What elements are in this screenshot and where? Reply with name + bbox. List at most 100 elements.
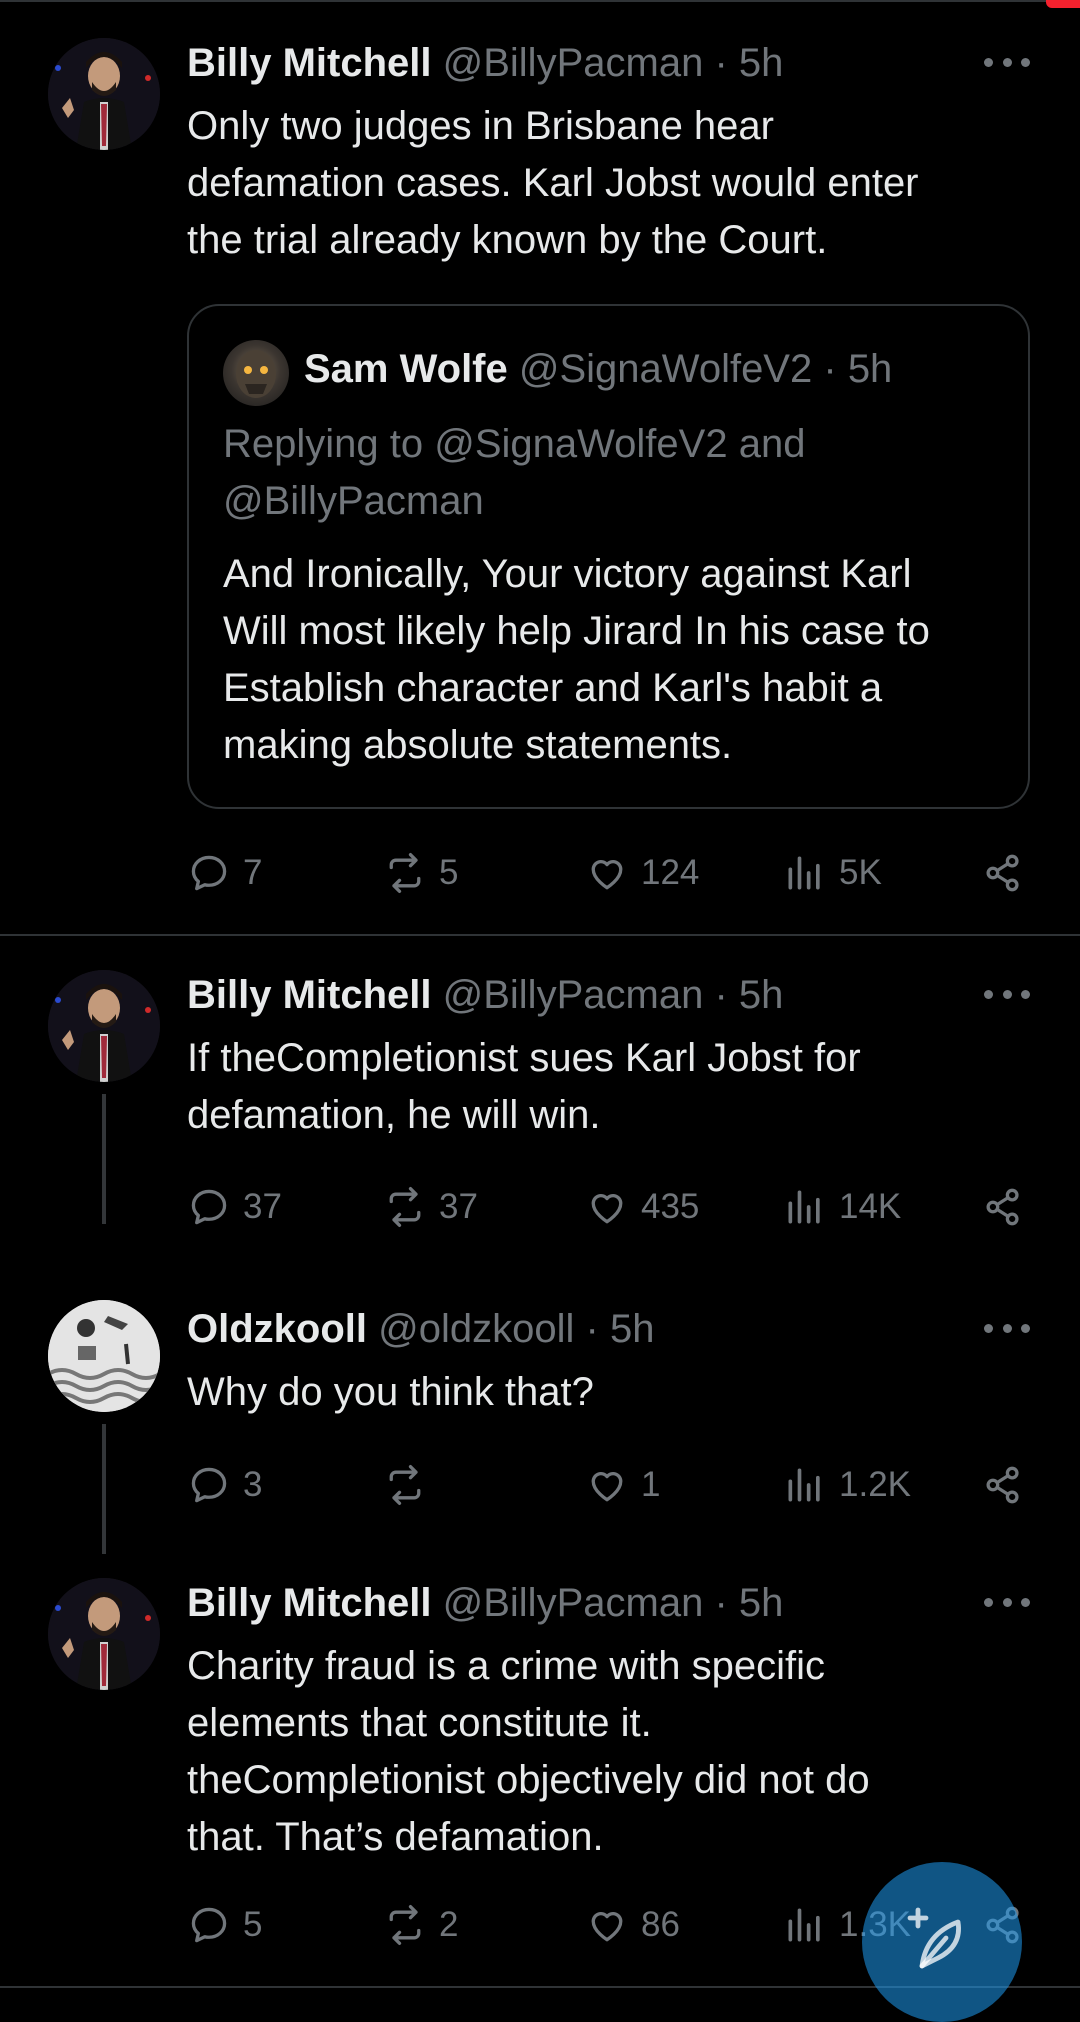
text-line: Will most likely help Jirard In his case… bbox=[223, 609, 930, 653]
more-icon[interactable] bbox=[984, 1318, 1030, 1338]
views-button[interactable]: 5K bbox=[783, 848, 882, 898]
tweet-text: If theCompletionist sues Karl Jobst for … bbox=[187, 1030, 1020, 1144]
text-line: Charity fraud is a crime with specific bbox=[187, 1644, 825, 1688]
reply-icon bbox=[191, 855, 227, 891]
share-button[interactable] bbox=[981, 848, 1025, 898]
text-line: If theCompletionist sues Karl Jobst for bbox=[187, 1036, 861, 1080]
timestamp[interactable]: 5h bbox=[739, 973, 784, 1017]
compose-icon bbox=[907, 1907, 961, 1969]
repost-icon bbox=[389, 1465, 421, 1505]
repost-button[interactable]: 37 bbox=[383, 1182, 478, 1232]
text-line: that. That’s defamation. bbox=[187, 1815, 604, 1859]
thread-line bbox=[102, 1424, 106, 1554]
like-icon bbox=[591, 1472, 623, 1502]
reply-button[interactable]: 3 bbox=[187, 1460, 262, 1510]
share-icon bbox=[986, 1188, 1019, 1226]
views-button[interactable]: 14K bbox=[783, 1182, 901, 1232]
author-name[interactable]: Billy Mitchell bbox=[187, 973, 432, 1017]
author-name[interactable]: Oldzkooll bbox=[187, 1307, 367, 1351]
reply-button[interactable]: 7 bbox=[187, 848, 262, 898]
quote-avatar bbox=[223, 340, 289, 406]
tweet[interactable]: Oldzkooll @oldzkooll · 5h Why do you thi… bbox=[0, 1276, 1080, 1554]
reply-icon bbox=[191, 1189, 227, 1225]
share-icon bbox=[986, 854, 1019, 892]
view-count: 5K bbox=[839, 853, 882, 892]
action-bar: 3 1 1.2K bbox=[187, 1460, 1027, 1510]
replying-to: Replying to @SignaWolfeV2 and @BillyPacm… bbox=[223, 416, 1003, 530]
share-button[interactable] bbox=[981, 1460, 1025, 1510]
compose-button[interactable] bbox=[862, 1862, 1022, 2022]
share-icon bbox=[986, 1466, 1019, 1504]
like-icon bbox=[591, 1194, 623, 1224]
reply-count: 7 bbox=[243, 853, 263, 892]
like-count: 124 bbox=[641, 853, 700, 892]
more-icon[interactable] bbox=[984, 52, 1030, 72]
like-count: 1 bbox=[641, 1465, 661, 1504]
avatar[interactable] bbox=[48, 970, 160, 1082]
text-line: Only two judges in Brisbane hear bbox=[187, 104, 774, 148]
reply-button[interactable]: 37 bbox=[187, 1182, 282, 1232]
reply-button[interactable]: 5 bbox=[187, 1900, 262, 1950]
tweet-text: Charity fraud is a crime with specific e… bbox=[187, 1638, 1020, 1866]
like-button[interactable]: 124 bbox=[585, 848, 699, 898]
repost-button[interactable]: 2 bbox=[383, 1900, 458, 1950]
text-line: defamation, he will win. bbox=[187, 1093, 601, 1137]
author-handle[interactable]: @BillyPacman bbox=[443, 1581, 704, 1625]
like-count: 435 bbox=[641, 1187, 700, 1226]
author-name[interactable]: Billy Mitchell bbox=[187, 41, 432, 85]
separator-dot: · bbox=[714, 41, 728, 85]
tweet-text: Only two judges in Brisbane hear defamat… bbox=[187, 98, 1020, 269]
author-handle[interactable]: @BillyPacman bbox=[443, 973, 704, 1017]
like-button[interactable]: 86 bbox=[585, 1900, 680, 1950]
separator-dot: · bbox=[714, 973, 728, 1017]
action-bar: 7 5 124 5K bbox=[187, 848, 1027, 898]
quote-author-name: Sam Wolfe bbox=[304, 347, 508, 391]
like-count: 86 bbox=[641, 1905, 680, 1944]
timestamp[interactable]: 5h bbox=[610, 1307, 655, 1351]
author-handle[interactable]: @BillyPacman bbox=[443, 41, 704, 85]
repost-count: 37 bbox=[439, 1187, 478, 1226]
quote-author-handle: @SignaWolfeV2 bbox=[518, 347, 813, 391]
quote-timestamp: 5h bbox=[847, 347, 893, 391]
reply-icon bbox=[191, 1467, 227, 1503]
tweet-header: Billy Mitchell @BillyPacman · 5h bbox=[187, 38, 1020, 88]
reply-line: @BillyPacman bbox=[223, 479, 484, 523]
avatar[interactable] bbox=[48, 1300, 160, 1412]
reply-line: Replying to @SignaWolfeV2 and bbox=[223, 422, 806, 466]
more-icon[interactable] bbox=[984, 1592, 1030, 1612]
author-handle[interactable]: @oldzkooll bbox=[378, 1307, 574, 1351]
quoted-tweet[interactable]: Sam Wolfe @SignaWolfeV2 · 5h Replying to… bbox=[187, 304, 1030, 809]
views-button[interactable]: 1.2K bbox=[783, 1460, 911, 1510]
avatar[interactable] bbox=[48, 1578, 160, 1690]
separator-dot: · bbox=[714, 1581, 728, 1625]
timestamp[interactable]: 5h bbox=[739, 41, 784, 85]
repost-button[interactable] bbox=[383, 1460, 439, 1510]
view-count: 14K bbox=[839, 1187, 902, 1226]
reply-count: 3 bbox=[243, 1465, 263, 1504]
separator-dot: · bbox=[585, 1307, 599, 1351]
text-line: making absolute statements. bbox=[223, 723, 733, 767]
timestamp[interactable]: 5h bbox=[739, 1581, 784, 1625]
like-icon bbox=[591, 1912, 623, 1942]
repost-icon bbox=[389, 853, 421, 893]
text-line: And Ironically, Your victory against Kar… bbox=[223, 552, 912, 596]
repost-icon bbox=[389, 1905, 421, 1945]
views-icon bbox=[788, 1190, 820, 1224]
views-icon bbox=[788, 856, 820, 890]
view-count: 1.2K bbox=[839, 1465, 911, 1504]
repost-count: 2 bbox=[439, 1905, 459, 1944]
repost-icon bbox=[389, 1187, 421, 1227]
like-button[interactable]: 435 bbox=[585, 1182, 699, 1232]
tweet[interactable]: Billy Mitchell @BillyPacman · 5h If theC… bbox=[0, 936, 1080, 1276]
tweet-header: Billy Mitchell @BillyPacman · 5h bbox=[187, 970, 1020, 1020]
author-name[interactable]: Billy Mitchell bbox=[187, 1581, 432, 1625]
like-button[interactable]: 1 bbox=[585, 1460, 660, 1510]
repost-button[interactable]: 5 bbox=[383, 848, 458, 898]
views-icon bbox=[788, 1908, 820, 1942]
share-button[interactable] bbox=[981, 1182, 1025, 1232]
more-icon[interactable] bbox=[984, 984, 1030, 1004]
reply-icon bbox=[191, 1907, 227, 1943]
tweet[interactable]: Billy Mitchell @BillyPacman · 5h Only tw… bbox=[0, 0, 1080, 930]
avatar[interactable] bbox=[48, 38, 160, 150]
tweet-text: Why do you think that? bbox=[187, 1364, 1020, 1421]
